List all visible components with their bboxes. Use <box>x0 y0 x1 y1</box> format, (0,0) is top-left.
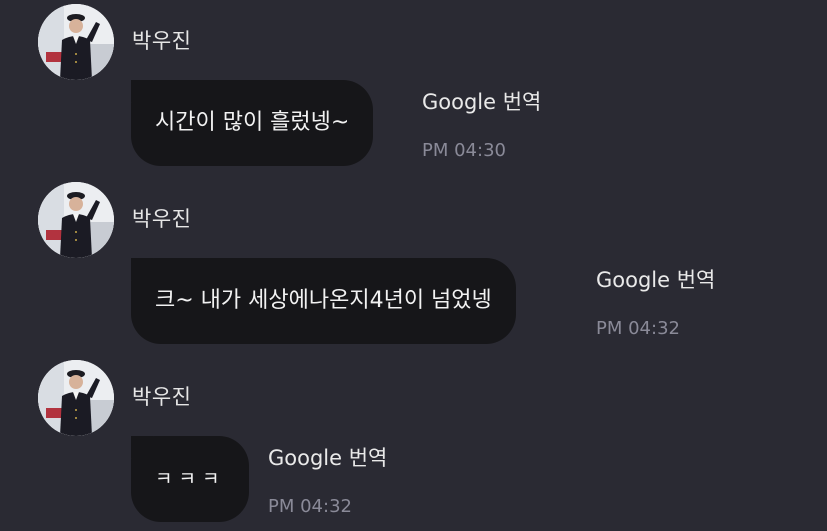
google-translate-link[interactable]: Google 번역 <box>422 87 541 117</box>
avatar[interactable] <box>38 360 114 436</box>
avatar[interactable] <box>38 182 114 258</box>
message-group: 박우진 ㅋㅋㅋ Google 번역 PM 04:32 <box>0 360 827 531</box>
message-group: 박우진 시간이 많이 흘렀넹~ Google 번역 PM 04:30 <box>0 4 827 174</box>
profile-photo-avatar-icon <box>38 4 114 80</box>
message-group: 박우진 크~ 내가 세상에나온지4년이 넘었넹 Google 번역 PM 04:… <box>0 182 827 352</box>
profile-photo-avatar-icon <box>38 182 114 258</box>
message-bubble[interactable]: 크~ 내가 세상에나온지4년이 넘었넹 <box>131 258 516 344</box>
google-translate-link[interactable]: Google 번역 <box>596 265 715 295</box>
message-timestamp: PM 04:30 <box>422 140 506 161</box>
message-bubble[interactable]: ㅋㅋㅋ <box>131 436 250 522</box>
sender-name: 박우진 <box>132 29 192 53</box>
chat-message-list: 박우진 시간이 많이 흘렀넹~ Google 번역 PM 04:30 박우진 크… <box>0 0 827 531</box>
message-bubble[interactable]: 시간이 많이 흘렀넹~ <box>131 80 374 166</box>
sender-name: 박우진 <box>132 207 192 231</box>
avatar[interactable] <box>38 4 114 80</box>
message-timestamp: PM 04:32 <box>596 318 680 339</box>
sender-name: 박우진 <box>132 385 192 409</box>
message-timestamp: PM 04:32 <box>268 496 352 517</box>
google-translate-link[interactable]: Google 번역 <box>268 443 387 473</box>
profile-photo-avatar-icon <box>38 360 114 436</box>
